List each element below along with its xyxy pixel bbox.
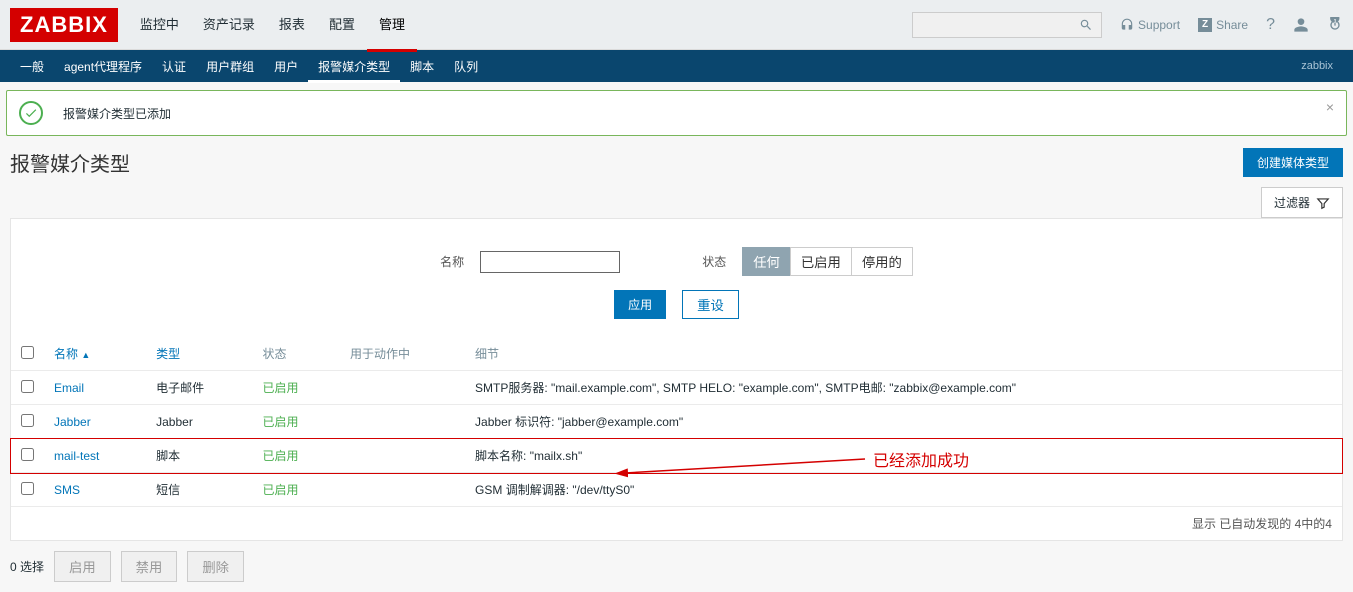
page-header: 报警媒介类型 创建媒体类型 (0, 138, 1353, 181)
logo: ZABBIX (10, 8, 118, 42)
row-used-in (340, 371, 465, 405)
col-name[interactable]: 名称 ▲ (44, 337, 146, 371)
search-box[interactable] (912, 12, 1102, 38)
row-used-in (340, 473, 465, 507)
media-types-table: 名称 ▲ 类型 状态 用于动作中 细节 Email电子邮件已启用SMTP服务器:… (11, 337, 1342, 507)
filter-icon (1316, 196, 1330, 210)
subnav-item[interactable]: 用户群组 (196, 50, 264, 83)
topnav-item[interactable]: 监控中 (128, 0, 191, 52)
top-tools: Support Z Share ? (912, 12, 1343, 38)
col-type[interactable]: 类型 (146, 337, 252, 371)
row-type: 脚本 (146, 439, 252, 473)
filter-bar: 过滤器 (0, 181, 1353, 218)
table-row: SMS 短信已启用 GSM 调制解调器: "/dev/ttyS0" (11, 473, 1342, 507)
row-status[interactable]: 已启用 (262, 483, 298, 497)
row-name-link[interactable]: mail-test (54, 449, 99, 463)
status-option[interactable]: 任何 (742, 247, 791, 276)
row-checkbox[interactable] (21, 448, 34, 461)
filter-name-label: 名称 (440, 253, 464, 270)
subnav-item[interactable]: agent代理程序 (54, 50, 152, 83)
z-icon: Z (1198, 18, 1212, 32)
row-status[interactable]: 已启用 (262, 381, 298, 395)
page-title: 报警媒介类型 (10, 148, 1243, 177)
row-type: 电子邮件 (146, 371, 252, 405)
apply-button[interactable]: 应用 (614, 290, 666, 319)
subnav-item[interactable]: 队列 (444, 50, 488, 83)
success-alert: 报警媒介类型已添加 × (6, 90, 1347, 136)
subnav-user: zabbix (1301, 60, 1343, 72)
filter-label: 过滤器 (1274, 194, 1310, 211)
subnav-item[interactable]: 认证 (152, 50, 196, 83)
close-icon[interactable]: × (1326, 99, 1334, 115)
headset-icon (1120, 18, 1134, 32)
row-checkbox[interactable] (21, 380, 34, 393)
bulk-delete-button[interactable]: 删除 (187, 551, 244, 582)
topnav-item[interactable]: 管理 (367, 0, 417, 52)
row-name-link[interactable]: Email (54, 381, 84, 395)
filter-toggle[interactable]: 过滤器 (1261, 187, 1343, 218)
create-media-type-button[interactable]: 创建媒体类型 (1243, 148, 1343, 177)
bulk-enable-button[interactable]: 启用 (54, 551, 111, 582)
share-link[interactable]: Z Share (1198, 18, 1248, 32)
row-used-in (340, 405, 465, 439)
selected-count: 0 选择 (10, 558, 44, 575)
search-icon (1079, 18, 1093, 32)
row-name-link[interactable]: SMS (54, 483, 80, 497)
col-details: 细节 (465, 337, 1342, 371)
table-row: Jabber Jabber 已启用 Jabber 标识符: "jabber@examp… (11, 405, 1342, 439)
topnav-item[interactable]: 资产记录 (191, 0, 267, 52)
row-status[interactable]: 已启用 (262, 449, 298, 463)
row-type: Jabber (146, 405, 252, 439)
user-icon[interactable] (1293, 17, 1309, 33)
bulk-actions: 0 选择 启用 禁用 删除 (0, 541, 1353, 592)
row-details: 脚本名称: "mailx.sh" (465, 439, 1342, 473)
row-type: 短信 (146, 473, 252, 507)
status-option[interactable]: 已启用 (790, 247, 852, 276)
filter-form: 名称 状态 任何已启用停用的 应用 重设 (11, 247, 1342, 337)
main-panel: 名称 状态 任何已启用停用的 应用 重设 名称 ▲ 类型 状态 用于动作中 细节… (10, 218, 1343, 541)
status-option[interactable]: 停用的 (851, 247, 913, 276)
topnav-item[interactable]: 配置 (317, 0, 367, 52)
power-icon[interactable] (1327, 17, 1343, 33)
support-label: Support (1138, 18, 1180, 32)
subnav-item[interactable]: 脚本 (400, 50, 444, 83)
row-checkbox[interactable] (21, 482, 34, 495)
row-details: GSM 调制解调器: "/dev/ttyS0" (465, 473, 1342, 507)
row-used-in (340, 439, 465, 473)
filter-status-label: 状态 (702, 253, 726, 270)
table-footer: 显示 已自动发现的 4中的4 (11, 507, 1342, 540)
reset-button[interactable]: 重设 (682, 290, 739, 319)
top-nav: 监控中资产记录报表配置管理 (128, 0, 912, 52)
col-status: 状态 (252, 337, 340, 371)
bulk-disable-button[interactable]: 禁用 (121, 551, 178, 582)
subnav-item[interactable]: 一般 (10, 50, 54, 83)
row-details: SMTP服务器: "mail.example.com", SMTP HELO: … (465, 371, 1342, 405)
subnav-item[interactable]: 报警媒介类型 (308, 50, 400, 83)
share-label: Share (1216, 18, 1248, 32)
alert-message: 报警媒介类型已添加 (63, 105, 171, 122)
col-used-in: 用于动作中 (340, 337, 465, 371)
filter-name-input[interactable] (480, 251, 620, 273)
top-bar: ZABBIX 监控中资产记录报表配置管理 Support Z Share ? (0, 0, 1353, 50)
support-link[interactable]: Support (1120, 18, 1180, 32)
subnav-item[interactable]: 用户 (264, 50, 308, 83)
row-name-link[interactable]: Jabber (54, 415, 91, 429)
row-status[interactable]: 已启用 (262, 415, 298, 429)
check-circle-icon (19, 101, 43, 125)
table-row: Email 电子邮件已启用 SMTP服务器: "mail.example.com",… (11, 371, 1342, 405)
help-icon[interactable]: ? (1266, 16, 1275, 34)
sub-nav: 一般agent代理程序认证用户群组用户报警媒介类型脚本队列 zabbix (0, 50, 1353, 82)
topnav-item[interactable]: 报表 (267, 0, 317, 52)
row-details: Jabber 标识符: "jabber@example.com" (465, 405, 1342, 439)
row-checkbox[interactable] (21, 414, 34, 427)
select-all-checkbox[interactable] (21, 346, 34, 359)
table-row: mail-test 脚本已启用 脚本名称: "mailx.sh" (11, 439, 1342, 473)
status-button-group: 任何已启用停用的 (742, 247, 913, 276)
